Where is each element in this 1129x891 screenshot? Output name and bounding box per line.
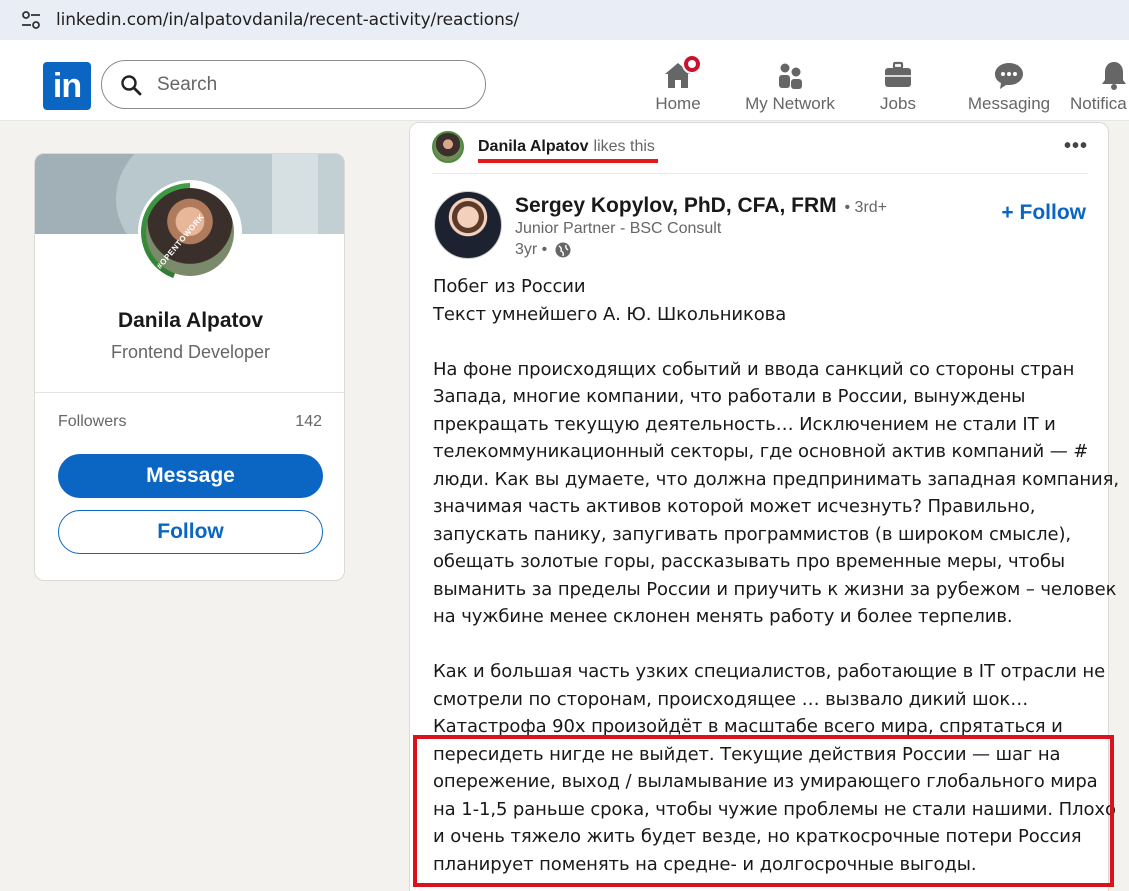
- connection-degree: • 3rd+: [844, 199, 888, 216]
- author-name[interactable]: Sergey Kopylov, PhD, CFA, FRM: [515, 194, 837, 217]
- nav-network-label: My Network: [745, 94, 835, 113]
- annotation-highlight-box: [413, 735, 1114, 887]
- post-text-line: телекоммуникационный секторы, где основн…: [433, 441, 1089, 462]
- profile-headline: Frontend Developer: [110, 342, 271, 362]
- follow-button[interactable]: Follow: [58, 510, 323, 554]
- search-box[interactable]: [101, 60, 486, 109]
- site-settings-icon[interactable]: [20, 9, 42, 31]
- globe-icon: [555, 242, 571, 258]
- activity-action: likes this: [593, 138, 655, 155]
- browser-address-bar[interactable]: linkedin.com/in/alpatovdanila/recent-act…: [0, 0, 1129, 40]
- post-text-line: выманить за пределы России и приучить к …: [433, 578, 1117, 600]
- post-text-line: значимая часть активов которой может исч…: [433, 496, 1036, 517]
- profile-card: #OPENTOWORK Danila Alpatov Frontend Deve…: [34, 153, 345, 581]
- followers-count: 142: [295, 413, 322, 430]
- annotation-underline: [478, 159, 658, 163]
- search-icon: [121, 74, 142, 95]
- actor-name[interactable]: Danila Alpatov: [478, 138, 589, 156]
- profile-name[interactable]: Danila Alpatov: [35, 309, 344, 333]
- post-text-line: обещать золотые горы, рассказывать про в…: [433, 551, 1065, 572]
- url-text[interactable]: linkedin.com/in/alpatovdanila/recent-act…: [56, 10, 519, 30]
- post-text-line: Запада, многие компании, что работали в …: [433, 386, 1026, 407]
- post-timestamp: 3yr •: [515, 241, 571, 259]
- nav-home[interactable]: Home: [648, 54, 708, 114]
- post-text-line: запускать панику, запугивать программист…: [433, 523, 1072, 545]
- nav-notifications[interactable]: Notifica: [1070, 58, 1129, 114]
- briefcase-icon: [885, 61, 911, 87]
- profile-avatar[interactable]: #OPENTOWORK: [138, 180, 242, 284]
- post-text-line: люди. Как вы думаете, что должна предпри…: [433, 468, 1119, 490]
- actor-avatar[interactable]: [432, 131, 464, 163]
- author-headline: Junior Partner - BSC Consult: [515, 220, 722, 237]
- divider: [35, 392, 344, 393]
- post-text-line: смотрели по сторонам, происходящее … выз…: [433, 688, 1029, 710]
- nav-messaging-label: Messaging: [967, 94, 1051, 113]
- post-text-line: прекращать текущую деятельность… Исключе…: [433, 413, 1056, 435]
- author-name-row[interactable]: Sergey Kopylov, PhD, CFA, FRM • 3rd+: [515, 194, 887, 218]
- nav-home-label: Home: [655, 94, 701, 113]
- search-input[interactable]: [157, 73, 457, 96]
- top-navigation: in Home My Network Jobs Messaging Notifi…: [0, 40, 1129, 121]
- nav-notifications-label: Notifica: [1070, 94, 1127, 113]
- nav-messaging[interactable]: Messaging: [966, 58, 1052, 114]
- post-text-line: [433, 631, 1093, 659]
- author-avatar[interactable]: [434, 191, 502, 259]
- more-options-icon[interactable]: •••: [1064, 135, 1088, 158]
- post-text-line: на чужбине менее склонен менять работу и…: [433, 606, 1013, 627]
- nav-jobs[interactable]: Jobs: [870, 58, 926, 114]
- post-text-line: Текст умнейшего А. Ю. Школьникова: [433, 303, 787, 325]
- message-button[interactable]: Message: [58, 454, 323, 498]
- post-text-line: [433, 328, 1093, 356]
- network-icon: [779, 63, 802, 89]
- nav-jobs-label: Jobs: [880, 94, 916, 113]
- post-text-line: Как и большая часть узких специалистов, …: [433, 661, 1106, 682]
- linkedin-logo[interactable]: in: [43, 62, 91, 110]
- notification-badge-icon: [682, 54, 702, 74]
- post-text-line: На фоне происходящих событий и ввода сан…: [433, 358, 1075, 380]
- post-time: 3yr •: [515, 241, 548, 258]
- bell-icon: [1102, 62, 1126, 90]
- open-to-work-ring: #OPENTOWORK: [141, 183, 239, 281]
- followers-label: Followers: [58, 413, 127, 430]
- follow-author-button[interactable]: + Follow: [1001, 201, 1086, 225]
- divider: [432, 173, 1088, 174]
- post-text-line: Побег из России: [433, 276, 586, 297]
- messaging-icon: [995, 63, 1023, 89]
- nav-my-network[interactable]: My Network: [740, 58, 840, 114]
